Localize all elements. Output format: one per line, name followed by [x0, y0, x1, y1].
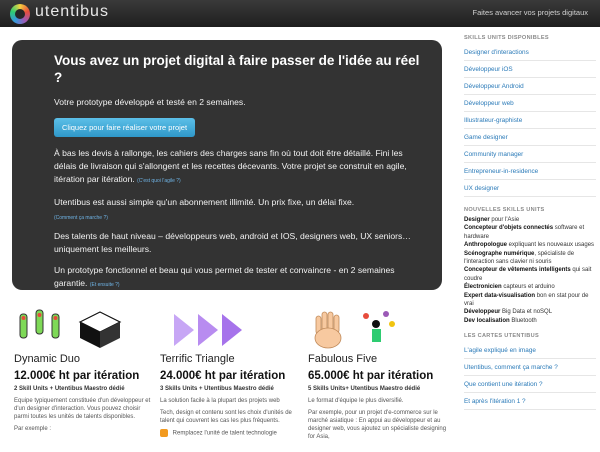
- hero-panel: Vous avez un projet digital à faire pass…: [12, 40, 442, 290]
- skill-link[interactable]: Designer d'interactions: [464, 44, 596, 61]
- play-arrows-icon: [174, 314, 242, 346]
- skill-link[interactable]: Illustrateur-graphiste: [464, 112, 596, 129]
- sidebar: SKILLS UNITS DISPONIBLES Designer d'inte…: [464, 35, 596, 411]
- plan-price: 65.000€ ht par itération: [308, 370, 434, 382]
- new-skill-item: Électronicien capteurs et arduino: [464, 284, 555, 291]
- plan-price: 24.000€ ht par itération: [160, 370, 286, 382]
- hand-juggler-illustration: [308, 308, 448, 349]
- card-link[interactable]: Que contient une itération ?: [464, 376, 596, 394]
- plan-name: Terrific Triangle: [160, 353, 235, 365]
- plan-description: La solution facile à la plupart des proj…: [160, 398, 280, 404]
- arrows-illustration: [160, 308, 300, 348]
- hero-para-3: Des talents de haut niveau – développeur…: [54, 231, 411, 254]
- test-tubes-icon: [19, 309, 122, 348]
- skill-link[interactable]: Développeur iOS: [464, 61, 596, 78]
- hero-para-1-text: À bas les devis à rallonge, les cahiers …: [54, 148, 407, 184]
- new-skill-item: Concepteur d'objets connectés software e…: [464, 225, 585, 240]
- plan-fabulous-five: Fabulous Five 65.000€ ht par itération 5…: [308, 308, 448, 441]
- hand-icon: [314, 311, 395, 349]
- swap-icon: [160, 429, 168, 437]
- what-next-link[interactable]: (Et ensuite ?): [90, 282, 120, 288]
- skill-link[interactable]: UX designer: [464, 180, 596, 197]
- plan-units: 3 Skills Units + Utentibus Maestro dédié: [160, 386, 274, 392]
- top-bar: utentibus Faites avancer vos projets dig…: [0, 0, 600, 27]
- plan-price: 12.000€ ht par itération: [14, 370, 140, 382]
- juggler-icon: [363, 311, 395, 342]
- new-skill-item: Dev localisation Bluetooth: [464, 317, 537, 324]
- logo-icon[interactable]: [10, 4, 30, 24]
- new-skill-item: Designer pour l'Asie: [464, 217, 520, 223]
- plan-dynamic-duo: Dynamic Duo 12.000€ ht par itération 2 S…: [14, 308, 154, 433]
- plan-example: Par exemple, pour un projet d'e-commerce…: [308, 410, 447, 440]
- hero-para-4: Un prototype fonctionnel et beau qui vou…: [54, 264, 422, 292]
- skill-link[interactable]: Community manager: [464, 146, 596, 163]
- plan-units: 2 Skill Units + Utentibus Maestro dédié: [14, 386, 125, 392]
- card-link[interactable]: Et après l'itération 1 ?: [464, 393, 596, 411]
- plan-name: Fabulous Five: [308, 353, 378, 365]
- plan-name: Dynamic Duo: [14, 353, 81, 365]
- tagline: Faites avancer vos projets digitaux: [472, 8, 588, 17]
- plan-description: Le format d'équipe le plus diversifié.: [308, 398, 404, 404]
- skill-link[interactable]: Développeur Android: [464, 78, 596, 95]
- agile-link[interactable]: (C'est quoi l'agile ?): [137, 178, 181, 184]
- test-tubes-illustration: [14, 308, 154, 348]
- new-skills-heading: NOUVELLES SKILLS UNITS: [464, 207, 545, 213]
- new-skill-item: Expert data-visualisation bon en stat po…: [464, 292, 589, 308]
- plan-note: Remplacez l'unité de talent technologie: [160, 429, 300, 437]
- plan-example: Tech, design et contenu sont les choix d…: [160, 410, 292, 424]
- card-link[interactable]: L'agile expliqué en image: [464, 342, 596, 360]
- new-skill-item: Scénographe numérique, spécialiste de l'…: [464, 250, 575, 266]
- new-skill-item: Anthropologue expliquant les nouveaux us…: [464, 242, 595, 249]
- plan-example: Par exemple :: [14, 426, 52, 432]
- plan-units: 5 Skills Units+ Utentibus Maestro dédié: [308, 386, 421, 392]
- new-skill-item: Développeur Big Data et noSQL: [464, 309, 553, 316]
- hero-para-1: À bas les devis à rallonge, les cahiers …: [54, 147, 422, 188]
- plan-terrific-triangle: Terrific Triangle 24.000€ ht par itérati…: [160, 308, 300, 437]
- plan-description: Equipe typiquement constituée d'un dével…: [14, 398, 151, 420]
- brand-name[interactable]: utentibus: [35, 3, 109, 21]
- skills-heading: SKILLS UNITS DISPONIBLES: [464, 35, 549, 41]
- card-link[interactable]: Utentibus, comment ça marche ?: [464, 359, 596, 377]
- new-skills-section: NOUVELLES SKILLS UNITS Designer pour l'A…: [464, 207, 596, 325]
- cards-heading: LES CARTES UTENTIBUS: [464, 333, 539, 340]
- skill-link[interactable]: Game designer: [464, 129, 596, 146]
- hero-title: Vous avez un projet digital à faire pass…: [54, 53, 420, 85]
- hero-para-2-link-row: (Comment ça marche ?): [54, 212, 422, 222]
- cta-button[interactable]: Cliquez pour faire réaliser votre projet: [54, 118, 196, 137]
- cards-section: LES CARTES UTENTIBUS L'agile expliqué en…: [464, 333, 596, 411]
- hero-para-2: Utentibus est aussi simple qu'un abonnem…: [54, 197, 355, 207]
- hero-subtitle: Votre prototype développé et testé en 2 …: [54, 97, 246, 107]
- new-skill-item: Concepteur de vêtements intelligents qui…: [464, 267, 592, 282]
- skill-link[interactable]: Entrepreneur-in-residence: [464, 163, 596, 180]
- how-it-works-link[interactable]: (Comment ça marche ?): [54, 215, 108, 221]
- skill-link[interactable]: Développeur web: [464, 95, 596, 112]
